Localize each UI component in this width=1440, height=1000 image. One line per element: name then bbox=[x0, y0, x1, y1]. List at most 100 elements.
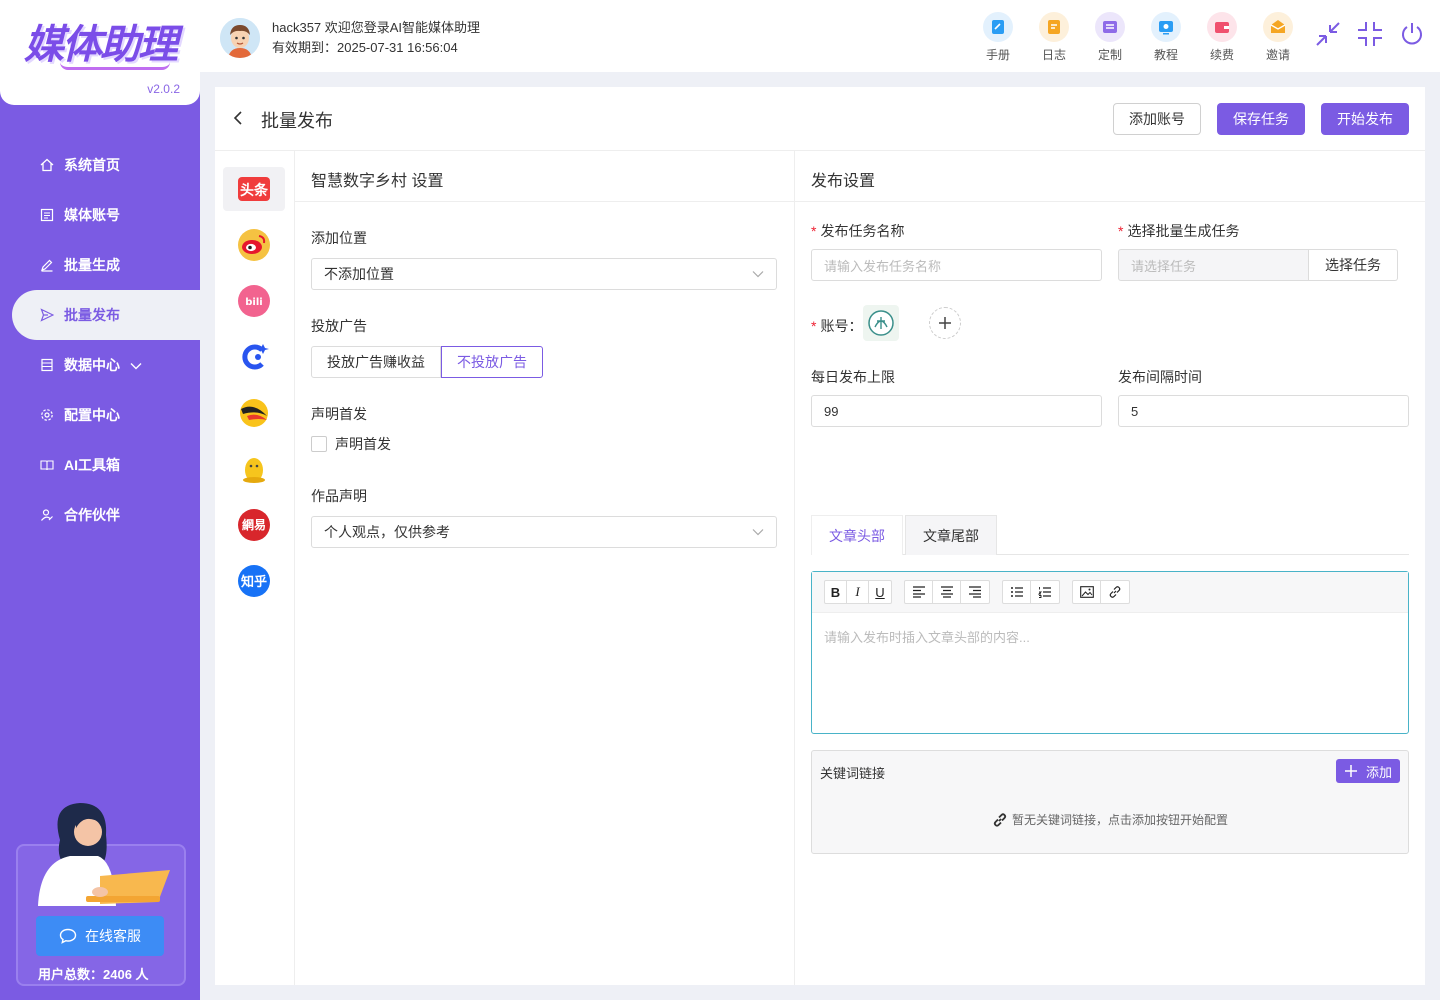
interval-input[interactable]: 5 bbox=[1118, 395, 1409, 427]
edit-icon bbox=[40, 258, 54, 272]
sidebar-item-config-center[interactable]: 配置中心 bbox=[0, 390, 200, 440]
renew-button[interactable]: 续费 bbox=[1194, 12, 1250, 63]
manual-icon bbox=[983, 12, 1013, 42]
shrink-icon[interactable] bbox=[1356, 20, 1384, 48]
tutorial-button[interactable]: 教程 bbox=[1138, 12, 1194, 63]
partner-icon bbox=[40, 508, 54, 522]
sidebar-item-home[interactable]: 系统首页 bbox=[0, 140, 200, 190]
sidebar-item-ai-toolbox[interactable]: AI工具箱 bbox=[0, 440, 200, 490]
daily-limit-label: 每日发布上限 bbox=[811, 369, 895, 385]
daily-limit-input[interactable]: 99 bbox=[811, 395, 1102, 427]
user-count: 用户总数：2406 人 bbox=[38, 967, 149, 982]
link-icon bbox=[1109, 586, 1121, 598]
insert-link-button[interactable] bbox=[1101, 581, 1129, 603]
ad-option-earn[interactable]: 投放广告赚收益 bbox=[311, 346, 441, 378]
align-left-button[interactable] bbox=[905, 581, 933, 603]
task-name-input[interactable]: 请输入发布任务名称 bbox=[811, 249, 1102, 281]
svg-text:头条: 头条 bbox=[240, 182, 269, 199]
platform-penguin[interactable] bbox=[223, 447, 285, 491]
bullet-list-button[interactable] bbox=[1003, 581, 1031, 603]
add-account-circle-button[interactable] bbox=[929, 307, 961, 339]
location-label: 添加位置 bbox=[311, 230, 367, 246]
platform-netease[interactable]: 網易 bbox=[223, 503, 285, 547]
align-left-icon bbox=[912, 586, 925, 598]
platform-zhihu[interactable]: 知乎 bbox=[223, 559, 285, 603]
location-select[interactable]: 不添加位置 bbox=[311, 258, 777, 290]
statement-value: 个人观点，仅供参考 bbox=[324, 524, 450, 540]
tab-article-header[interactable]: 文章头部 bbox=[811, 515, 903, 555]
insert-image-button[interactable] bbox=[1073, 581, 1101, 603]
publish-settings-panel: 发布设置 * 发布任务名称 请输入发布任务名称 * 选择批量生成任务 请选择任务 选… bbox=[795, 151, 1425, 985]
align-right-button[interactable] bbox=[961, 581, 989, 603]
bullet-list-icon bbox=[1010, 587, 1023, 597]
sidebar-item-media-accounts[interactable]: 媒体账号 bbox=[0, 190, 200, 240]
avatar[interactable] bbox=[220, 18, 260, 58]
main-card: 批量发布 添加账号 保存任务 开始发布 头条 bili 網易 知乎 智慧数字乡村… bbox=[215, 87, 1425, 985]
original-checkbox[interactable] bbox=[311, 436, 327, 452]
sidebar-item-data-center[interactable]: 数据中心 bbox=[0, 340, 200, 390]
italic-button[interactable]: I bbox=[847, 581, 869, 603]
bold-button[interactable]: B bbox=[825, 581, 847, 603]
sidebar-item-label: 配置中心 bbox=[64, 407, 120, 423]
select-task-button[interactable]: 选择任务 bbox=[1309, 249, 1398, 281]
account-avatar[interactable] bbox=[863, 305, 899, 341]
manual-button[interactable]: 手册 bbox=[970, 12, 1026, 63]
top-header: hack357 欢迎您登录AI智能媒体助理 有效期到：2025-07-31 16… bbox=[200, 0, 1440, 72]
online-support-button[interactable]: 在线客服 bbox=[36, 916, 164, 956]
sidebar-item-batch-generate[interactable]: 批量生成 bbox=[0, 240, 200, 290]
customize-label: 定制 bbox=[1097, 48, 1122, 62]
back-icon[interactable] bbox=[231, 110, 247, 126]
platform-sohu[interactable] bbox=[223, 391, 285, 435]
customize-icon bbox=[1095, 12, 1125, 42]
database-icon bbox=[40, 358, 54, 372]
ad-toggle-group: 投放广告赚收益 不投放广告 bbox=[311, 346, 794, 378]
add-keyword-button[interactable]: 添加 bbox=[1335, 759, 1400, 783]
tab-article-footer[interactable]: 文章尾部 bbox=[905, 515, 997, 555]
home-icon bbox=[40, 158, 54, 172]
batch-task-input[interactable]: 请选择任务 bbox=[1118, 249, 1309, 281]
platform-toutiao[interactable]: 头条 bbox=[223, 167, 285, 211]
send-icon bbox=[40, 308, 54, 322]
minimize-icon[interactable] bbox=[1314, 20, 1342, 48]
sidebar-item-batch-publish[interactable]: 批量发布 bbox=[12, 290, 200, 340]
align-center-button[interactable] bbox=[933, 581, 961, 603]
underline-button[interactable]: U bbox=[869, 581, 891, 603]
sidebar-item-label: 批量发布 bbox=[64, 307, 120, 323]
align-group bbox=[904, 580, 990, 604]
platform-weibo[interactable] bbox=[223, 223, 285, 267]
chevron-down-icon bbox=[130, 357, 142, 373]
editor-placeholder[interactable]: 请输入发布时插入文章头部的内容... bbox=[812, 613, 1408, 660]
platform-list: 头条 bili 網易 知乎 bbox=[215, 151, 295, 985]
platform-bilibili[interactable]: bili bbox=[223, 279, 285, 323]
settings-heading: 智慧数字乡村 设置 bbox=[295, 151, 794, 202]
rich-text-editor[interactable]: B I U 请输入发布时插入文章头部的内容... bbox=[811, 571, 1409, 734]
penguin-icon bbox=[243, 458, 265, 483]
save-task-button[interactable]: 保存任务 bbox=[1217, 103, 1305, 135]
customize-button[interactable]: 定制 bbox=[1082, 12, 1138, 63]
ad-option-none[interactable]: 不投放广告 bbox=[441, 346, 543, 378]
chevron-down-icon bbox=[752, 271, 764, 278]
align-right-icon bbox=[969, 586, 981, 598]
keyword-links-panel: 关键词链接 添加 暂无关键词链接，点击添加按钮开始配置 bbox=[811, 750, 1409, 854]
window-controls bbox=[1314, 20, 1426, 48]
invite-icon bbox=[1263, 12, 1293, 42]
invite-button[interactable]: 邀请 bbox=[1250, 12, 1306, 63]
keyword-empty-text: 暂无关键词链接，点击添加按钮开始配置 bbox=[1011, 813, 1228, 827]
sidebar-item-partners[interactable]: 合作伙伴 bbox=[0, 490, 200, 540]
start-publish-button[interactable]: 开始发布 bbox=[1321, 103, 1409, 135]
ordered-list-button[interactable] bbox=[1031, 581, 1059, 603]
svg-text:知乎: 知乎 bbox=[241, 574, 267, 590]
baijiahao-icon bbox=[242, 344, 269, 370]
power-icon[interactable] bbox=[1398, 20, 1426, 48]
add-account-button[interactable]: 添加账号 bbox=[1113, 103, 1201, 135]
sidebar-item-label: 系统首页 bbox=[64, 157, 120, 173]
statement-select[interactable]: 个人观点，仅供参考 bbox=[311, 516, 777, 548]
tutorial-icon bbox=[1151, 12, 1181, 42]
chat-bubble-icon bbox=[59, 928, 77, 944]
log-button[interactable]: 日志 bbox=[1026, 12, 1082, 63]
list-group bbox=[1002, 580, 1060, 604]
original-checkbox-row[interactable]: 声明首发 bbox=[311, 434, 794, 454]
book-icon bbox=[40, 458, 54, 472]
platform-baijiahao[interactable] bbox=[223, 335, 285, 379]
svg-text:bili: bili bbox=[245, 297, 262, 308]
